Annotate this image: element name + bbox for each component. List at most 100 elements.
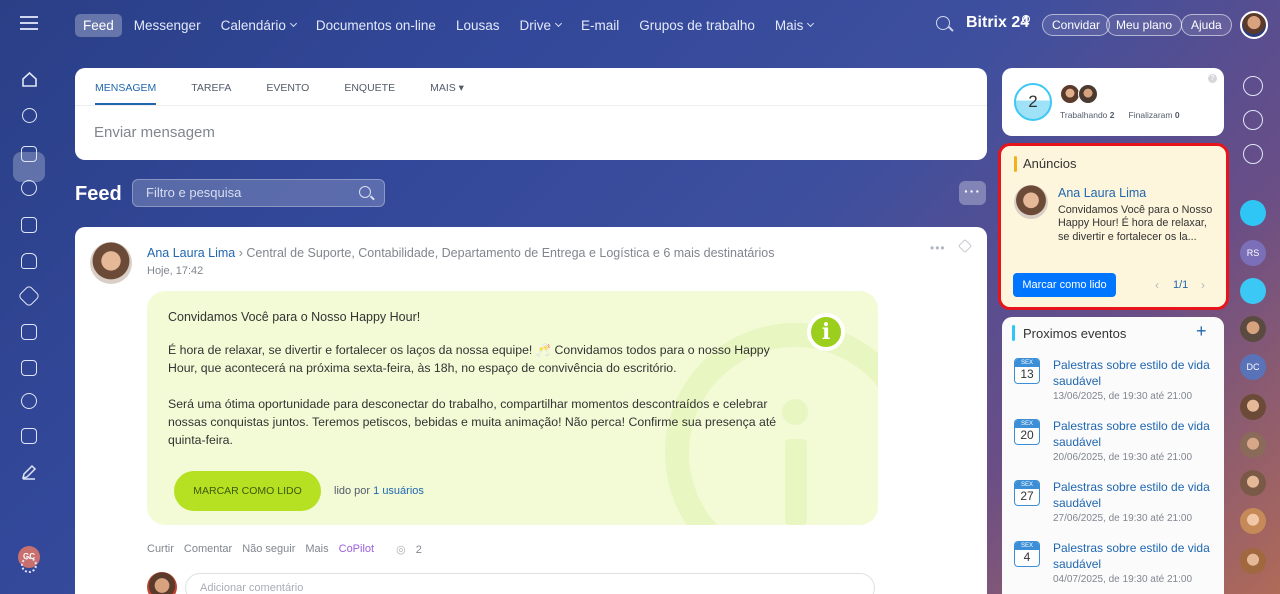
activity-icon[interactable] [1243,110,1263,130]
post-more-recipients[interactable]: e 6 mais destinatários [653,246,775,260]
search-icon[interactable] [936,16,950,30]
nav-boards[interactable]: Lousas [456,18,500,33]
nav-documents[interactable]: Documentos on-line [316,18,436,33]
mark-as-read-button[interactable]: MARCAR COMO LIDO [174,471,321,511]
sites-icon[interactable] [21,324,37,340]
eye-icon: ◎ [396,544,406,556]
contact-avatar[interactable] [1240,548,1266,574]
right-sidebar: RS DC [1232,50,1280,594]
announcement-author[interactable]: Ana Laura Lima [1058,186,1146,200]
tasks-icon[interactable] [21,146,37,162]
event-title[interactable]: Palestras sobre estilo de vida saudável [1053,541,1213,572]
post-recipients[interactable]: Central de Suporte, Contabilidade, Depar… [246,246,649,260]
nav-workgroups[interactable]: Grupos de trabalho [639,18,755,33]
worktime-widget[interactable]: 2 Trabalhando 2 Finalizaram 0 ? [1002,68,1224,136]
menu-icon[interactable] [20,16,38,30]
help-button[interactable]: Ajuda [1181,14,1232,36]
pin-icon[interactable] [957,238,973,254]
home-icon[interactable] [21,71,38,88]
worktime-stats: Trabalhando 2 Finalizaram 0 [1060,110,1180,120]
notifications-bell-icon[interactable] [1243,76,1263,96]
post-menu-icon[interactable]: ••• [930,241,946,255]
my-plan-button[interactable]: Meu plano [1106,14,1183,36]
more-action[interactable]: Mais [305,543,328,556]
feed-icon[interactable] [22,108,37,123]
contact-avatar[interactable] [1240,508,1266,534]
contact-dc-avatar[interactable]: DC [1240,354,1266,380]
nav-more[interactable]: Mais [775,18,815,33]
event-title[interactable]: Palestras sobre estilo de vida saudável [1053,419,1213,450]
calendar-date-icon: SEX 27 [1014,480,1040,506]
unfollow-action[interactable]: Não seguir [242,543,295,556]
commenter-avatar [147,572,177,594]
read-by-users-link[interactable]: 1 usuários [373,485,424,497]
contact-avatar[interactable] [1240,394,1266,420]
post-author-name[interactable]: Ana Laura Lima [147,246,235,260]
edit-pen-icon[interactable] [20,463,38,481]
add-comment-input[interactable]: Adicionar comentário [185,573,875,594]
announcement-preview[interactable]: Convidamos Você para o Nosso Happy Hour!… [1058,204,1220,244]
like-action[interactable]: Curtir [147,543,174,556]
search-icon[interactable] [359,186,371,198]
automation-icon[interactable] [21,393,37,409]
comment-action[interactable]: Comentar [184,543,232,556]
chat-search-icon[interactable] [1243,144,1263,164]
mark-as-read-button[interactable]: Marcar como lido [1013,273,1116,297]
contact-avatar[interactable] [1240,470,1266,496]
clock-icon [1022,15,1030,23]
chat-channel-icon[interactable] [1240,200,1266,226]
calendar-date-icon: SEX 20 [1014,419,1040,445]
event-title[interactable]: Palestras sobre estilo de vida saudável [1053,480,1213,511]
calendar-grid-icon[interactable] [21,360,37,376]
crm-target-icon[interactable] [21,180,37,196]
tab-more[interactable]: Mais ▾ [430,82,464,105]
views-count: ◎ 2 [396,544,422,556]
inventory-icon[interactable] [17,284,41,308]
feed-options-button[interactable]: ··· [959,181,986,205]
announcement-paragraph-1: É hora de relaxar, se divertir e fortale… [168,343,770,375]
help-icon[interactable]: ? [1208,74,1217,83]
tabs-divider [75,105,987,106]
main-nav: Feed Messenger Calendário Documentos on-… [75,12,833,38]
copilot-action[interactable]: CoPilot [339,543,374,556]
page-title: Feed [75,183,122,205]
announcement-title: Convidamos Você para o Nosso Happy Hour! [168,310,421,324]
filter-search-input[interactable]: Filtro e pesquisa [132,179,385,207]
nav-drive[interactable]: Drive [520,18,563,33]
contact-avatar[interactable] [1240,316,1266,342]
nav-feed[interactable]: Feed [75,13,122,37]
event-time: 20/06/2025, de 19:30 até 21:00 [1053,452,1193,463]
tab-task[interactable]: Tarefa [191,82,231,105]
section-marker [1014,156,1017,172]
worker-avatar [1078,84,1098,104]
documents-sign-icon[interactable] [21,428,37,444]
prev-arrow-icon[interactable]: ‹ [1155,278,1159,292]
copilot-icon[interactable] [21,253,37,269]
chat-group-icon[interactable] [1240,278,1266,304]
event-title[interactable]: Palestras sobre estilo de vida saudável [1053,358,1213,389]
add-event-icon[interactable]: + [1196,321,1207,342]
worktime-count: 2 [1014,83,1052,121]
tab-event[interactable]: Evento [266,82,309,105]
send-message-input[interactable]: Enviar mensagem [94,124,215,141]
user-avatar[interactable] [1240,11,1268,39]
nav-messenger[interactable]: Messenger [134,18,201,33]
nav-email[interactable]: E-mail [581,18,619,33]
tab-message[interactable]: Mensagem [95,82,157,105]
contact-avatar[interactable] [1240,432,1266,458]
author-avatar[interactable] [90,242,132,284]
contact-center-icon[interactable] [21,217,37,233]
settings-gear-icon[interactable] [21,557,37,573]
post-time[interactable]: Hoje, 17:42 [147,265,203,277]
contact-rs-avatar[interactable]: RS [1240,240,1266,266]
read-by: lido por 1 usuários [334,485,424,497]
upcoming-events-widget: Proximos eventos + SEX 13 Palestras sobre… [1002,317,1224,594]
brand-logo[interactable]: Bitrix 24 [966,14,1029,32]
message-composer: Mensagem Tarefa Evento Enquete Mais ▾ En… [75,68,987,160]
invite-button[interactable]: Convidar [1042,14,1111,36]
next-arrow-icon[interactable]: › [1201,278,1205,292]
announcements-widget: Anúncios Ana Laura Lima Convidamos Você … [998,143,1229,310]
tab-poll[interactable]: Enquete [344,82,395,105]
announcement-author-avatar[interactable] [1014,185,1048,219]
nav-calendar[interactable]: Calendário [221,18,297,33]
